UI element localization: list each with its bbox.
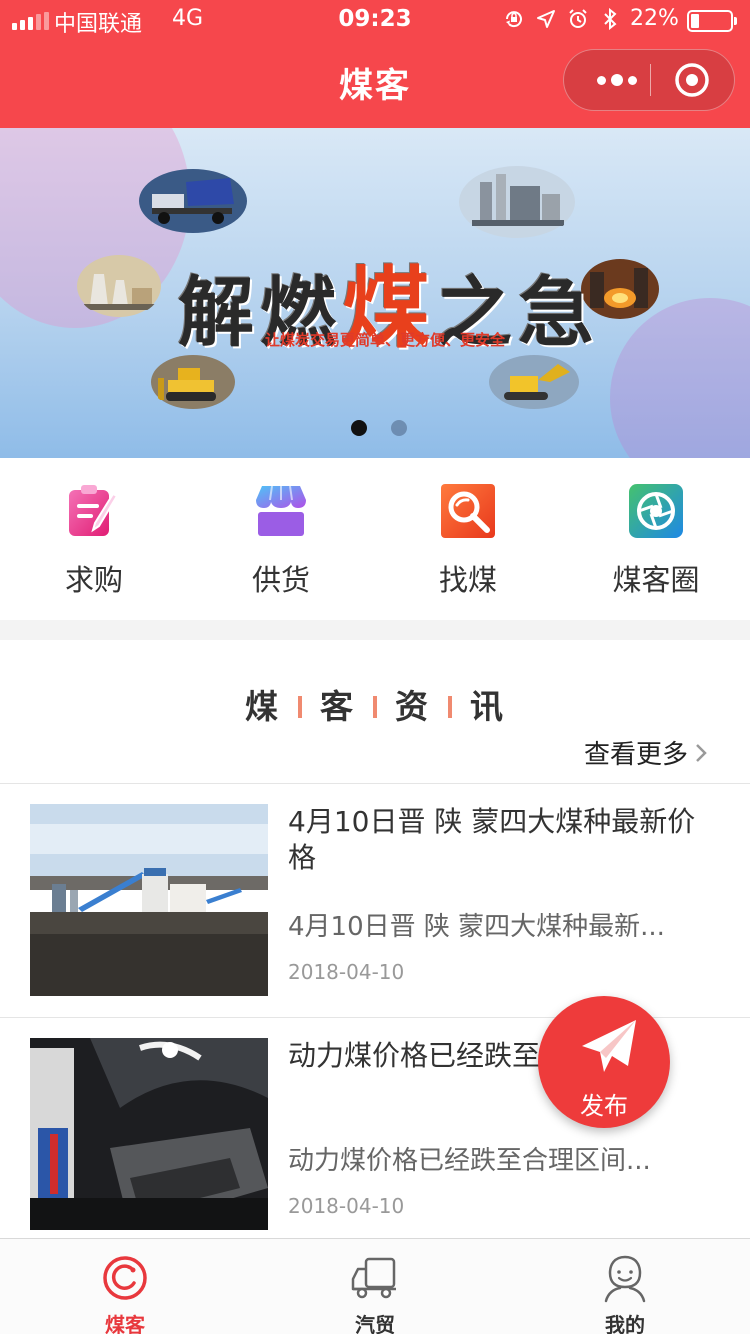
bluetooth-icon: [599, 8, 621, 30]
publish-label: 发布: [580, 1092, 628, 1120]
quick-menu: 求购 供货 找煤 煤客圈: [0, 458, 750, 620]
tab-label: 我的: [605, 1313, 645, 1334]
home-ring-icon: [103, 1256, 147, 1300]
quick-item-label: 找煤: [438, 563, 497, 597]
news-section: 煤客资讯 查看更多 4月10日晋 陕 蒙四大煤种最新价格 4月10日晋 陕 蒙四…: [0, 640, 750, 1240]
article-date: 2018-04-10: [288, 960, 405, 984]
location-icon: [535, 8, 557, 30]
power-plant-image: [77, 255, 161, 317]
carousel-indicator: [351, 420, 407, 436]
capsule-divider: [650, 64, 651, 96]
news-section-title: 煤客资讯: [245, 687, 505, 726]
dump-truck-image: [139, 169, 247, 233]
paper-plane-icon: [582, 1020, 636, 1072]
coal-plant-photo: [30, 804, 268, 996]
view-more-link[interactable]: 查看更多: [584, 734, 708, 771]
top-bar: 中国联通 4G 09:23 22% 煤客: [0, 0, 750, 128]
alarm-icon: [567, 8, 589, 30]
tab-home[interactable]: 煤客: [0, 1239, 250, 1334]
status-bar: 中国联通 4G 09:23 22%: [0, 0, 750, 40]
coal-mine-photo: [30, 1038, 268, 1230]
tab-auto-trade[interactable]: 汽贸: [250, 1239, 500, 1334]
purchase-request-icon: [69, 485, 119, 536]
battery-icon: [687, 10, 737, 32]
quick-item-label: 求购: [64, 563, 123, 597]
mini-program-capsule: [563, 49, 735, 111]
orientation-lock-icon: [503, 8, 525, 30]
quick-item-label: 煤客圈: [612, 563, 700, 597]
community-circle-icon: [629, 484, 683, 538]
news-article[interactable]: 4月10日晋 陕 蒙四大煤种最新价格 4月10日晋 陕 蒙四大煤种最新... 2…: [0, 784, 750, 1018]
carousel-dot-2[interactable]: [391, 420, 407, 436]
search-coal-icon: [441, 484, 495, 538]
tab-bar: 煤客 汽贸 我的: [0, 1238, 750, 1334]
article-title: 4月10日晋 陕 蒙四大煤种最新价格: [288, 805, 696, 874]
tab-label: 汽贸: [355, 1313, 395, 1334]
truck-icon: [351, 1257, 396, 1299]
view-more-label: 查看更多: [584, 740, 689, 770]
processing-plant-image: [459, 166, 575, 238]
tab-label: 煤客: [105, 1313, 145, 1334]
more-dots-icon[interactable]: [584, 50, 650, 110]
article-description: 4月10日晋 陕 蒙四大煤种最新...: [288, 912, 665, 942]
tab-profile[interactable]: 我的: [500, 1239, 750, 1334]
supply-store-icon: [256, 485, 306, 536]
quick-item-purchase[interactable]: 求购: [0, 480, 188, 600]
promo-banner[interactable]: 解燃煤之急 让煤炭交易更简单、更方便、更安全: [0, 128, 750, 458]
banner-subline: 让煤炭交易更简单、更方便、更安全: [264, 331, 505, 349]
carousel-dot-1[interactable]: [351, 420, 367, 436]
article-description: 动力煤价格已经跌至合理区间...: [288, 1146, 651, 1176]
battery-percent: 22%: [630, 6, 679, 31]
quick-item-label: 供货: [251, 563, 310, 597]
person-icon: [604, 1255, 646, 1303]
target-close-icon[interactable]: [674, 62, 710, 98]
quick-item-find-coal[interactable]: 找煤: [374, 480, 562, 600]
article-date: 2018-04-10: [288, 1194, 405, 1218]
chevron-right-icon: [696, 743, 707, 762]
publish-button[interactable]: 发布: [538, 996, 670, 1128]
quick-item-community[interactable]: 煤客圈: [562, 480, 750, 600]
quick-item-supply[interactable]: 供货: [187, 480, 375, 600]
